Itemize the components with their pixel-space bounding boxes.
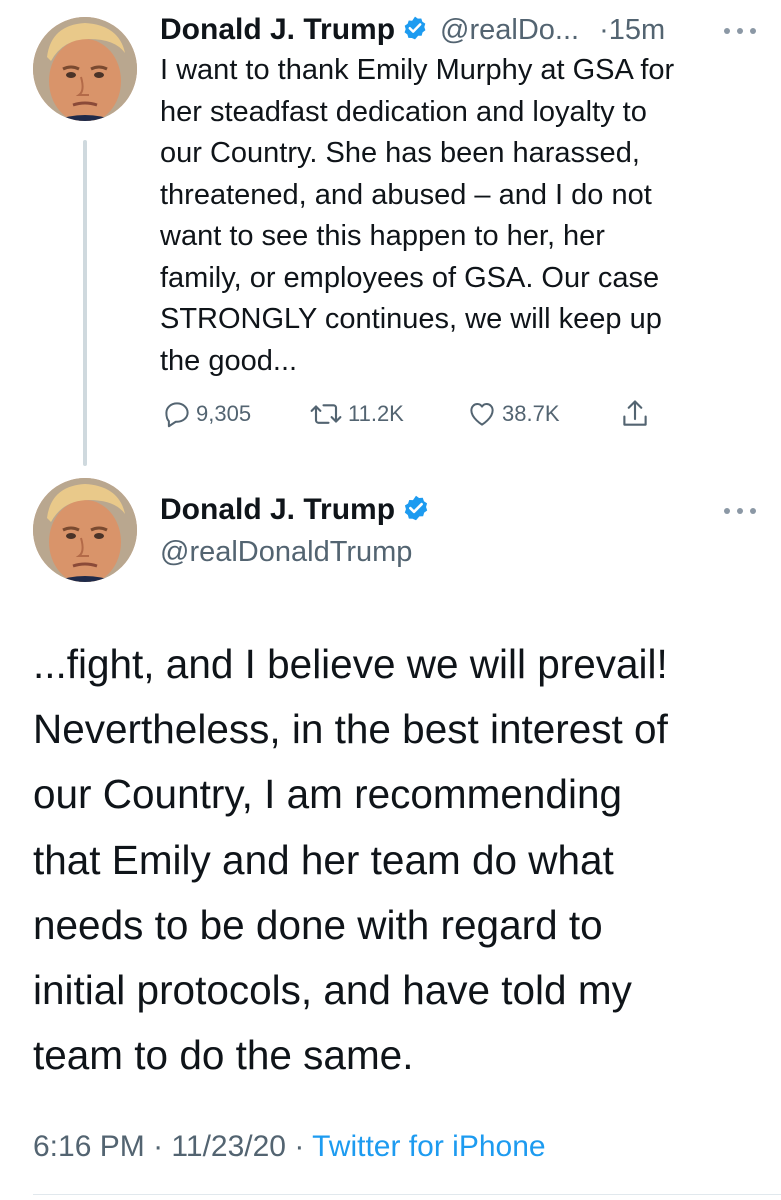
tweet-header: Donald J. Trump @realDo... ·15m [160,12,665,48]
tweet-source-link[interactable]: Twitter for iPhone [312,1130,545,1163]
share-button[interactable] [620,396,654,432]
reply-count: 9,305 [196,401,252,426]
tweet-date[interactable]: 11/23/20 [171,1130,286,1163]
author-handle[interactable]: @realDonaldTrump [160,534,412,570]
share-icon [623,400,647,426]
timestamp[interactable]: ·15m [599,14,665,47]
author-row: Donald J. Trump [160,491,430,529]
avatar[interactable] [33,17,137,121]
author-handle[interactable]: @realDo... [440,14,579,47]
avatar[interactable] [33,478,137,582]
avatar-image [33,478,137,582]
meta-separator: · [153,1130,164,1163]
retweet-icon [310,404,342,424]
verified-badge-icon [402,494,430,527]
reply-icon [165,402,189,428]
author-name[interactable]: Donald J. Trump [160,493,395,527]
tweet-meta: 6:16 PM · 11/23/20 · Twitter for iPhone [33,1130,546,1164]
like-button[interactable]: 38.7K [466,396,560,432]
retweet-button[interactable]: 11.2K [308,396,404,432]
tweet-time[interactable]: 6:16 PM [33,1130,145,1163]
more-icon[interactable] [722,26,762,36]
retweet-count: 11.2K [348,401,404,426]
verified-badge-icon [402,15,428,46]
meta-separator: · [294,1130,305,1163]
more-icon[interactable] [722,506,762,516]
reply-button[interactable]: 9,305 [162,396,251,432]
avatar-image [33,17,137,121]
tweet-text: ...fight, and I believe we will prevail!… [33,641,668,1079]
divider [33,1194,781,1195]
thread-line [83,140,87,466]
like-count: 38.7K [502,401,560,426]
like-icon [470,403,494,426]
tweet-text: I want to thank Emily Murphy at GSA for … [160,54,675,377]
author-name[interactable]: Donald J. Trump [160,13,395,47]
